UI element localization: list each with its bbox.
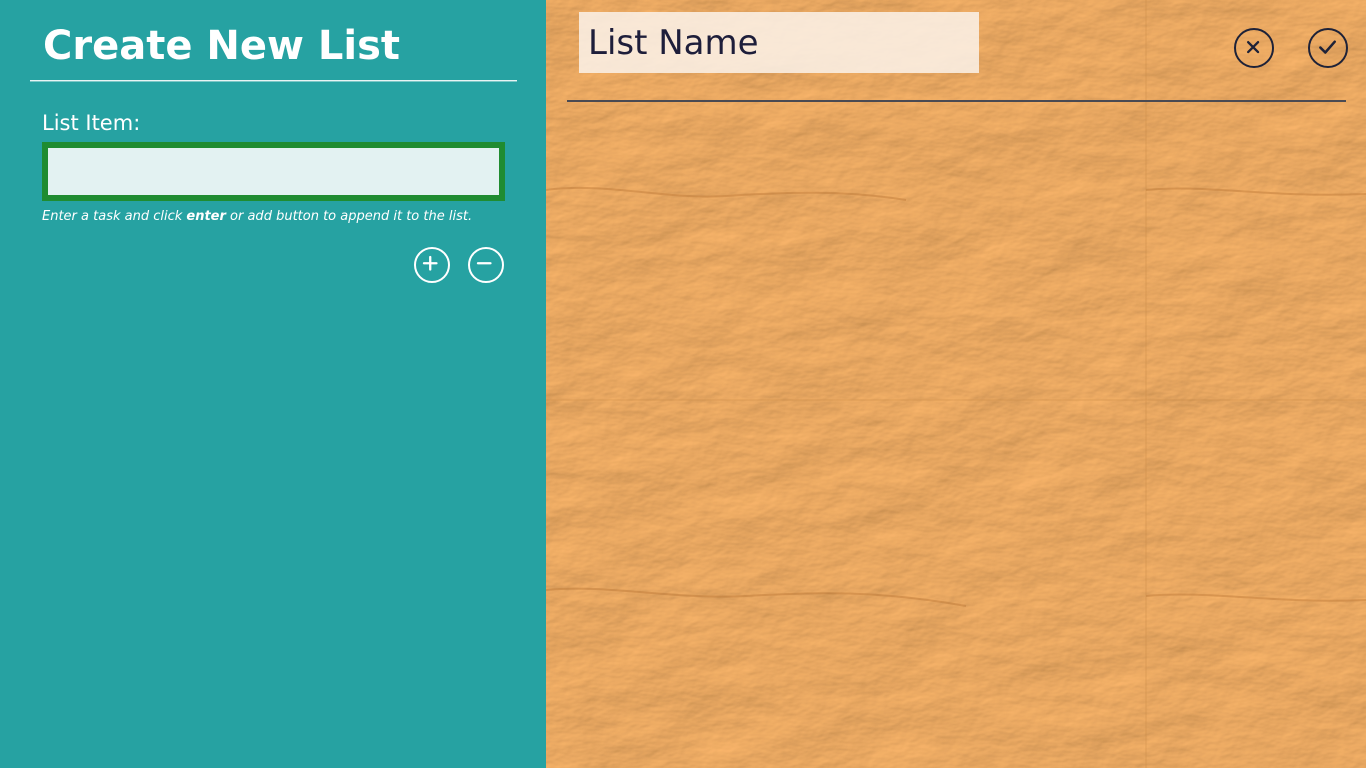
list-item-label: List Item: bbox=[42, 111, 141, 135]
list-item-input[interactable] bbox=[42, 142, 505, 201]
add-item-button[interactable] bbox=[414, 247, 450, 283]
list-name-input[interactable] bbox=[588, 12, 970, 73]
list-name-box bbox=[579, 12, 979, 73]
checkmark-icon bbox=[1319, 40, 1337, 54]
cancel-button[interactable] bbox=[1234, 28, 1274, 68]
list-preview-panel bbox=[546, 0, 1366, 768]
close-icon bbox=[1246, 40, 1260, 54]
minus-icon bbox=[476, 262, 492, 265]
plus-icon bbox=[422, 255, 438, 271]
crumpled-paper-background bbox=[546, 0, 1366, 768]
app-window: Create New List List Item: Enter a task … bbox=[0, 0, 1366, 768]
save-list-button[interactable] bbox=[1308, 28, 1348, 68]
page-title: Create New List bbox=[43, 23, 400, 69]
title-divider bbox=[30, 80, 517, 82]
create-list-panel: Create New List List Item: Enter a task … bbox=[0, 0, 546, 768]
hint-text-start: Enter a task and click bbox=[42, 209, 187, 224]
header-divider bbox=[567, 100, 1346, 102]
remove-item-button[interactable] bbox=[468, 247, 504, 283]
hint-text-enter: enter bbox=[186, 209, 226, 224]
hint-text-end: or add button to append it to the list. bbox=[225, 209, 473, 224]
input-hint: Enter a task and click enter or add butt… bbox=[42, 207, 472, 227]
